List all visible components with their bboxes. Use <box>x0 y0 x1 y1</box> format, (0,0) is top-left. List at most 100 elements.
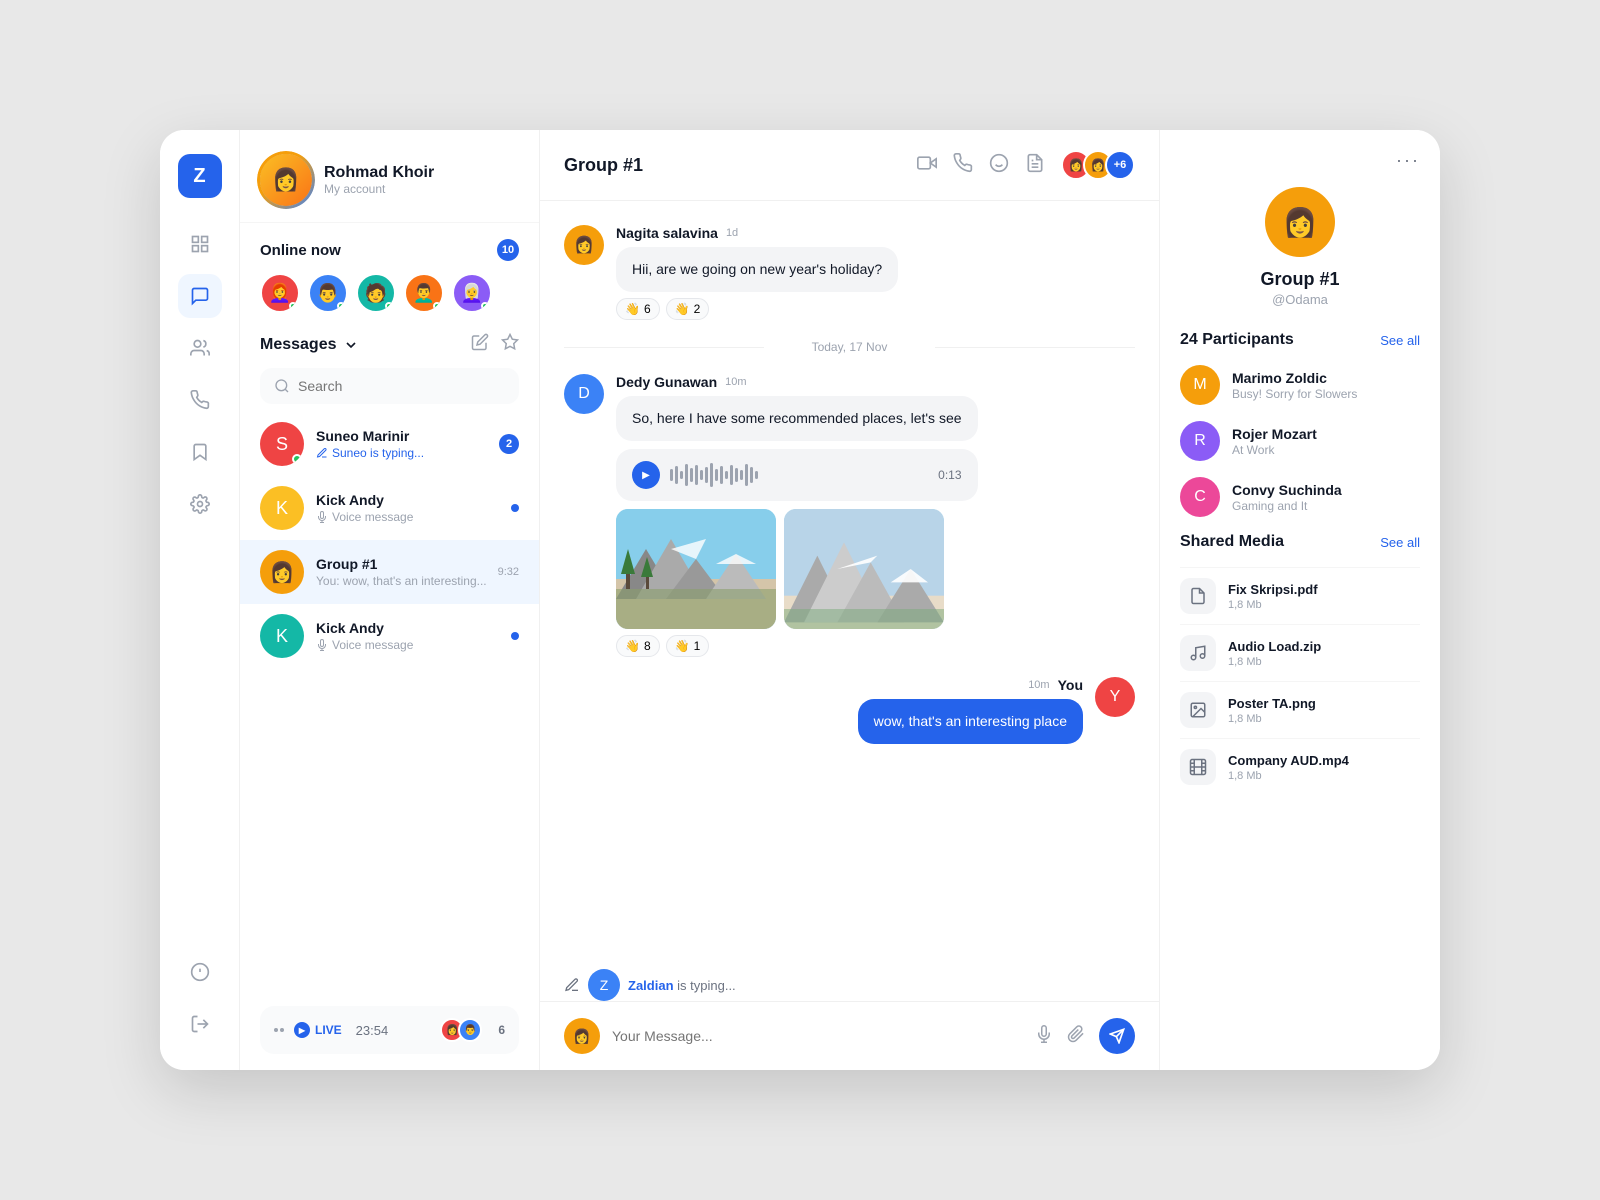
chat-bubble-wrap-own: You 10m wow, that's an interesting place <box>858 677 1083 744</box>
pencil-typing-icon <box>564 977 580 993</box>
chat-image-2[interactable] <box>784 509 944 629</box>
online-avatars: 👩‍🦰 👨 🧑 👨‍🦱 👩‍🦳 <box>260 273 519 313</box>
video-call-icon[interactable] <box>917 153 937 178</box>
msg-name-group1: Group #1 <box>316 556 486 572</box>
p-info-rojer: Rojer Mozart At Work <box>1232 426 1420 457</box>
star-icon[interactable] <box>501 333 519 356</box>
msg-meta-suneo: 2 <box>499 434 519 454</box>
message-item-kick-andy-1[interactable]: K Kick Andy Voice message <box>240 476 539 540</box>
p-status-convy: Gaming and It <box>1232 499 1420 513</box>
reaction-dedy-1[interactable]: 👋 8 <box>616 635 660 657</box>
chat-messages: 👩 Nagita salavina 1d Hii, are we going o… <box>540 201 1159 969</box>
more-options-button[interactable]: ··· <box>1396 150 1420 171</box>
group-info: 👩 Group #1 @Odama <box>1180 187 1420 307</box>
messages-actions <box>471 333 519 356</box>
compose-icon[interactable] <box>471 333 489 356</box>
online-avatar-2[interactable]: 👨 <box>308 273 348 313</box>
nav-icon-logout[interactable] <box>178 1002 222 1046</box>
messages-label: Messages <box>260 336 337 354</box>
chat-title: Group #1 <box>564 155 643 176</box>
reaction-1[interactable]: 👋 6 <box>616 298 660 320</box>
chat-image-1[interactable] <box>616 509 776 629</box>
participant-rojer: R Rojer Mozart At Work <box>1180 421 1420 461</box>
media-icon-mp4 <box>1180 749 1216 785</box>
online-avatar-1[interactable]: 👩‍🦰 <box>260 273 300 313</box>
msg-name-suneo: Suneo Marinir <box>316 428 487 444</box>
unread-dot-2 <box>511 632 519 640</box>
live-button[interactable]: ▶ LIVE <box>294 1022 342 1038</box>
message-item-kick-andy-2[interactable]: K Kick Andy Voice message <box>240 604 539 668</box>
shared-media-label: Shared Media <box>1180 533 1284 551</box>
msg-avatar-group1: 👩 <box>260 550 304 594</box>
search-bar[interactable] <box>260 368 519 404</box>
message-item-group1[interactable]: 👩 Group #1 You: wow, that's an interesti… <box>240 540 539 604</box>
media-name-pdf: Fix Skripsi.pdf <box>1228 582 1420 597</box>
mic-icon-1 <box>316 511 328 523</box>
unread-dot-1 <box>511 504 519 512</box>
message-input[interactable] <box>612 1028 1023 1044</box>
user-info: Rohmad Khoir My account <box>324 164 434 196</box>
media-item-pdf[interactable]: Fix Skripsi.pdf 1,8 Mb <box>1180 567 1420 624</box>
search-input[interactable] <box>298 378 505 394</box>
nav-icon-contacts[interactable] <box>178 326 222 370</box>
attachment-icon[interactable] <box>1067 1025 1085 1048</box>
reaction-dedy-2[interactable]: 👋 1 <box>666 635 710 657</box>
msg-preview-kick-andy-2: Voice message <box>316 638 499 652</box>
msg-preview-group1: You: wow, that's an interesting... <box>316 574 486 588</box>
search-icon <box>274 378 290 394</box>
participants-see-all[interactable]: See all <box>1380 333 1420 348</box>
messages-title[interactable]: Messages <box>260 336 359 354</box>
left-navigation: Z <box>160 130 240 1070</box>
chat-message-dedy: D Dedy Gunawan 10m So, here I have some … <box>564 374 1135 657</box>
nav-icon-settings[interactable] <box>178 482 222 526</box>
nav-icon-chat[interactable] <box>178 274 222 318</box>
nav-icon-grid[interactable] <box>178 222 222 266</box>
chat-time-own: 10m <box>1028 679 1049 691</box>
voice-duration: 0:13 <box>938 468 961 482</box>
media-name-mp4: Company AUD.mp4 <box>1228 753 1420 768</box>
online-avatar-5[interactable]: 👩‍🦳 <box>452 273 492 313</box>
online-avatar-4[interactable]: 👨‍🦱 <box>404 273 444 313</box>
live-count: 6 <box>498 1023 505 1037</box>
reaction-2[interactable]: 👋 2 <box>666 298 710 320</box>
chat-images <box>616 509 978 629</box>
nav-icon-calls[interactable] <box>178 378 222 422</box>
typing-avatar: Z <box>588 969 620 1001</box>
chat-message-own: Y You 10m wow, that's an interesting pla… <box>564 677 1135 744</box>
send-button[interactable] <box>1099 1018 1135 1054</box>
message-list: S Suneo Marinir Suneo is typing... <box>240 412 539 998</box>
app-logo[interactable]: Z <box>178 154 222 198</box>
pencil-icon <box>316 447 328 459</box>
input-actions <box>1035 1018 1135 1054</box>
user-avatar-wrap[interactable]: 👩 <box>260 154 312 206</box>
group-avatar: 👩 <box>1265 187 1335 257</box>
emoji-icon[interactable] <box>989 153 1009 178</box>
shared-media-see-all[interactable]: See all <box>1380 535 1420 550</box>
nav-icon-bookmarks[interactable] <box>178 430 222 474</box>
online-avatar-3[interactable]: 🧑 <box>356 273 396 313</box>
live-bar[interactable]: ▶ LIVE 23:54 👩 👨 6 <box>260 1006 519 1054</box>
msg-preview-kick-andy-1: Voice message <box>316 510 499 524</box>
sidebar-header: 👩 Rohmad Khoir My account <box>240 130 539 223</box>
nav-icon-info[interactable] <box>178 950 222 994</box>
mic-input-icon[interactable] <box>1035 1025 1053 1048</box>
media-item-zip[interactable]: Audio Load.zip 1,8 Mb <box>1180 624 1420 681</box>
media-item-mp4[interactable]: Company AUD.mp4 1,8 Mb <box>1180 738 1420 795</box>
msg-avatar-kick-andy-2: K <box>260 614 304 658</box>
live-dots <box>274 1028 284 1032</box>
phone-call-icon[interactable] <box>953 153 973 178</box>
notes-icon[interactable] <box>1025 153 1045 178</box>
media-item-png[interactable]: Poster TA.png 1,8 Mb <box>1180 681 1420 738</box>
chat-meta-own: You 10m <box>858 677 1083 693</box>
message-item-suneo[interactable]: S Suneo Marinir Suneo is typing... <box>240 412 539 476</box>
voice-play-btn[interactable]: ▶ <box>632 461 660 489</box>
live-label: LIVE <box>315 1023 342 1037</box>
participants-more-badge: +6 <box>1105 150 1135 180</box>
msg-badge-suneo: 2 <box>499 434 519 454</box>
chat-bubble-dedy: So, here I have some recommended places,… <box>616 396 978 441</box>
user-name: Rohmad Khoir <box>324 164 434 182</box>
sidebar: 👩 Rohmad Khoir My account Online now 10 … <box>240 130 540 1070</box>
chat-time-nagita: 1d <box>726 227 738 239</box>
p-name-convy: Convy Suchinda <box>1232 482 1420 498</box>
msg-content-suneo: Suneo Marinir Suneo is typing... <box>316 428 487 460</box>
